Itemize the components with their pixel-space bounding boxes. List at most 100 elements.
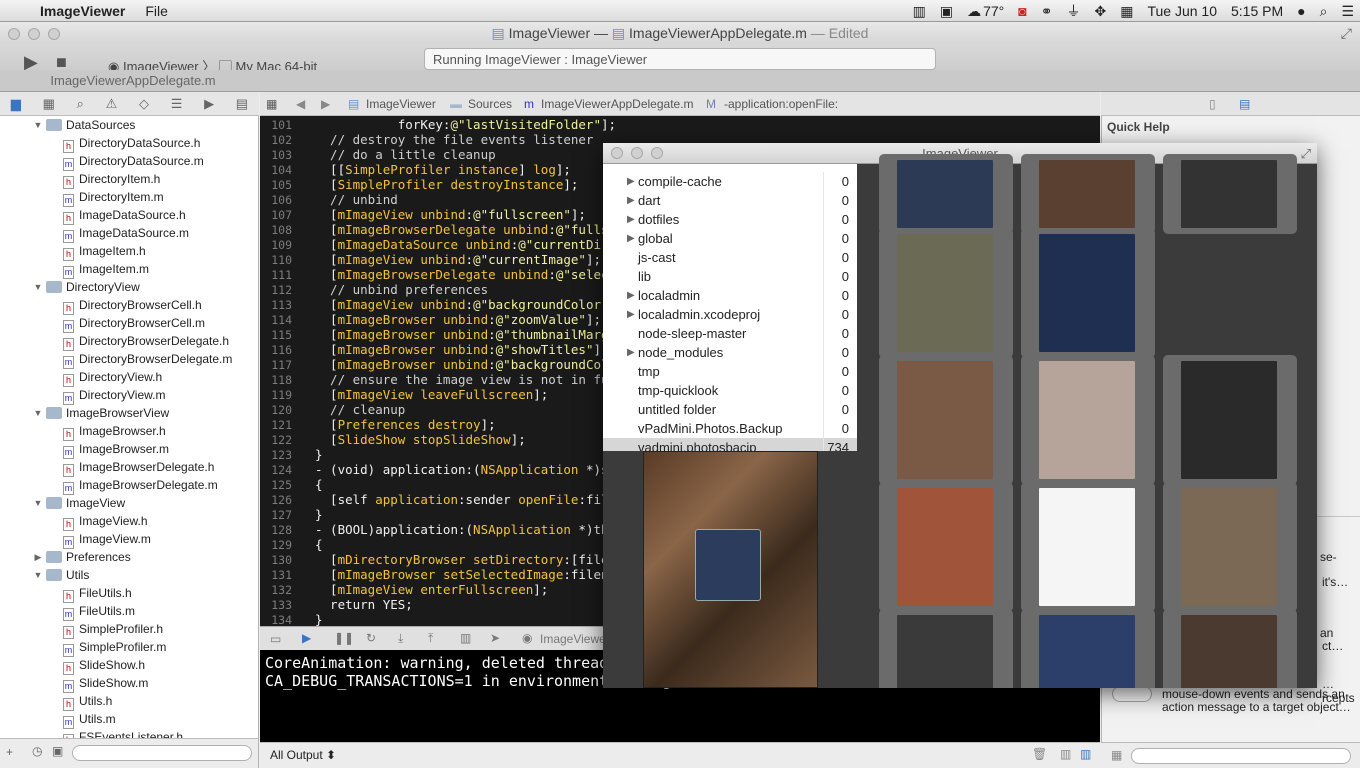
hide-debug-area-icon[interactable]: ▭ [270, 632, 281, 646]
issue-navigator-icon[interactable]: ⚠ [106, 96, 118, 112]
image-preview[interactable] [603, 451, 857, 688]
navigator-file[interactable]: m ImageItem.m [0, 260, 258, 279]
time-text[interactable]: 5:15 PM [1231, 3, 1283, 19]
user-icon[interactable]: ● [1297, 3, 1305, 19]
folder-row[interactable]: node-sleep-master 0 [603, 324, 857, 343]
output-filter-select[interactable]: All Output ⬍ [270, 748, 336, 762]
navigator-file[interactable]: m Utils.m [0, 710, 258, 729]
search-navigator-icon[interactable]: ⌕ [77, 96, 84, 112]
step-out-icon[interactable]: ⤒ [428, 631, 433, 646]
folder-row[interactable]: ▶ compile-cache 0 [603, 172, 857, 191]
thumbnail-cell[interactable] [1163, 482, 1297, 612]
folder-row[interactable]: ▶ dotfiles 0 [603, 210, 857, 229]
project-navigator-icon[interactable]: ▆ [11, 96, 21, 112]
navigator-file[interactable]: m ImageBrowserDelegate.m [0, 476, 258, 495]
folder-row[interactable]: untitled folder 0 [603, 400, 857, 419]
navigator-group[interactable]: ▼ Utils [0, 566, 258, 584]
tab-appdelegate[interactable]: ImageViewerAppDelegate.m [0, 70, 266, 92]
iv-zoom-icon[interactable] [651, 147, 663, 159]
add-file-icon[interactable]: + [6, 745, 13, 759]
trash-icon[interactable]: 🗑 [1032, 747, 1047, 761]
disclosure-open-icon[interactable]: ▼ [32, 278, 44, 296]
disclosure-open-icon[interactable]: ▼ [32, 116, 44, 134]
folder-row[interactable]: lib 0 [603, 267, 857, 286]
calendar-icon[interactable]: ▦ [1120, 3, 1133, 20]
directory-browser[interactable]: ▶ compile-cache 0 ▶ dart 0 ▶ dotfiles 0 ▶ global 0 j… [603, 164, 857, 451]
navigator-file[interactable]: h ImageBrowserDelegate.h [0, 458, 258, 477]
notification-list-icon[interactable]: ☰ [1341, 3, 1354, 20]
disclosure-open-icon[interactable]: ▼ [32, 404, 44, 422]
iv-close-icon[interactable] [611, 147, 623, 159]
navigator-file[interactable]: m DirectoryBrowserDelegate.m [0, 350, 258, 369]
file-inspector-icon[interactable]: ▯ [1209, 97, 1216, 111]
grid-status-icon[interactable]: ▥ [913, 3, 926, 20]
disclosure-closed-icon[interactable]: ▶ [627, 191, 635, 210]
test-navigator-icon[interactable]: ◇ [139, 96, 149, 112]
navigator-file[interactable]: m DirectoryItem.m [0, 188, 258, 207]
disclosure-closed-icon[interactable]: ▶ [627, 305, 635, 324]
forward-icon[interactable]: ▶ [321, 97, 330, 111]
recent-filter-icon[interactable]: ◷ [32, 744, 42, 758]
back-icon[interactable]: ◀ [296, 97, 305, 111]
date-text[interactable]: Tue Jun 10 [1147, 3, 1217, 19]
quick-help-icon[interactable]: ▤ [1239, 97, 1250, 111]
disclosure-closed-icon[interactable]: ▶ [32, 548, 44, 566]
view-debugger-icon[interactable]: ▥ [460, 631, 471, 645]
navigator-file[interactable]: h DirectoryItem.h [0, 170, 258, 189]
iv-minimize-icon[interactable] [631, 147, 643, 159]
folder-row[interactable]: vPadMini.Photos.Backup 0 [603, 419, 857, 438]
thumbnail-cell[interactable] [879, 355, 1013, 485]
breakpoints-toggle-icon[interactable]: ▶ [302, 631, 311, 645]
library-grid-icon[interactable]: ▦ [1111, 748, 1122, 762]
disclosure-open-icon[interactable]: ▼ [32, 566, 44, 584]
disclosure-closed-icon[interactable]: ▶ [627, 210, 635, 229]
navigator-file[interactable]: h DirectoryBrowserCell.h [0, 296, 258, 315]
fullscreen-icon[interactable]: ⤢ [1341, 22, 1352, 44]
navigator-file[interactable]: m DirectoryView.m [0, 386, 258, 405]
folder-row[interactable]: ▶ localadmin 0 [603, 286, 857, 305]
pause-icon[interactable]: ❚❚ [334, 631, 354, 645]
folder-row[interactable]: vadmini.photosbacip 734 [603, 438, 857, 451]
iv-fullscreen-icon[interactable]: ⤢ [1301, 143, 1311, 164]
thumbnail-cell[interactable] [1021, 154, 1155, 234]
step-into-icon[interactable]: ⤓ [398, 631, 403, 646]
thumbnail-cell[interactable] [1021, 482, 1155, 612]
spotlight-search-icon[interactable]: ⌕ [1320, 3, 1328, 20]
folder-row[interactable]: ▶ global 0 [603, 229, 857, 248]
navigator-group[interactable]: ▼ DataSources [0, 116, 258, 134]
window-status-icon[interactable]: ▣ [940, 3, 953, 20]
folder-row[interactable]: js-cast 0 [603, 248, 857, 267]
location-icon[interactable]: ➤ [490, 631, 500, 645]
jump-group[interactable]: Sources [468, 97, 512, 111]
navigator-file[interactable]: m ImageDataSource.m [0, 224, 258, 243]
disclosure-open-icon[interactable]: ▼ [32, 494, 44, 512]
library-filter-field[interactable] [1131, 748, 1351, 764]
navigator-group[interactable]: ▼ DirectoryView [0, 278, 258, 296]
navigator-file[interactable]: h DirectoryDataSource.h [0, 134, 258, 153]
debug-navigator-icon[interactable]: ☰ [171, 96, 183, 112]
thumbnail-cell[interactable] [879, 228, 1013, 358]
thumbnail-cell[interactable] [1163, 609, 1297, 688]
navigator-file[interactable]: m SimpleProfiler.m [0, 638, 258, 657]
symbol-navigator-icon[interactable]: ▦ [43, 96, 55, 112]
thumbnail-cell[interactable] [1021, 355, 1155, 485]
weather-icon[interactable]: ☁ [967, 3, 981, 20]
navigator-file[interactable]: hFSEventsListener.h [0, 728, 258, 738]
breakpoint-navigator-icon[interactable]: ▶ [204, 96, 214, 112]
navigator-file[interactable]: h SimpleProfiler.h [0, 620, 258, 639]
jump-file[interactable]: ImageViewerAppDelegate.m [541, 97, 694, 111]
minimize-window-icon[interactable] [28, 28, 40, 40]
thumbnail-cell[interactable] [879, 609, 1013, 688]
folder-row[interactable]: ▶ dart 0 [603, 191, 857, 210]
disclosure-closed-icon[interactable]: ▶ [627, 286, 635, 305]
menu-file[interactable]: File [145, 3, 168, 19]
usb-icon[interactable]: ⏚ [1066, 1, 1080, 21]
navigator-group[interactable]: ▼ ImageBrowserView [0, 404, 258, 422]
navigator-file[interactable]: m DirectoryDataSource.m [0, 152, 258, 171]
navigator-file[interactable]: h DirectoryBrowserDelegate.h [0, 332, 258, 351]
thumbnail-cell[interactable] [879, 482, 1013, 612]
disclosure-closed-icon[interactable]: ▶ [627, 229, 635, 248]
navigator-group[interactable]: ▶ Preferences [0, 548, 258, 566]
folder-row[interactable]: tmp-quicklook 0 [603, 381, 857, 400]
navigator-file[interactable]: h Utils.h [0, 692, 258, 711]
